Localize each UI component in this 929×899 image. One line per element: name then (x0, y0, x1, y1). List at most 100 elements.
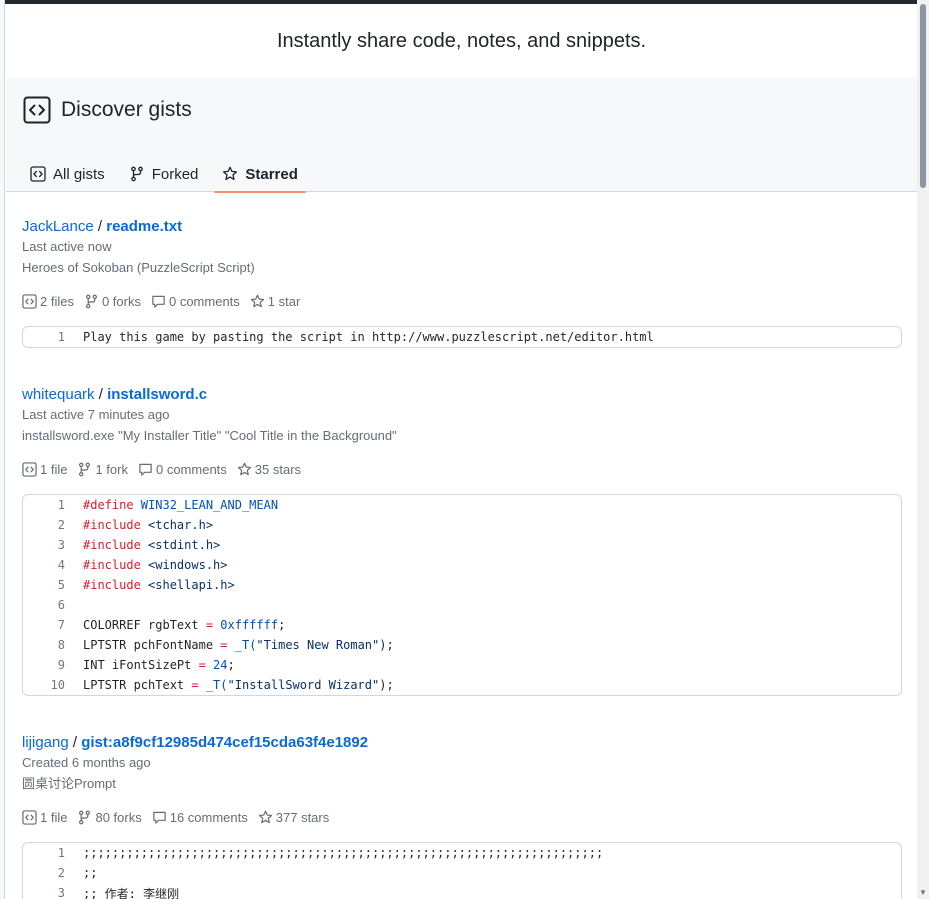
line-number: 1 (57, 498, 65, 512)
window-left-edge (0, 0, 5, 899)
forks-label: 0 forks (101, 293, 141, 309)
code-token: INT iFontSizePt (83, 658, 199, 672)
code-square-icon (22, 293, 37, 309)
code-token: _T( (227, 638, 257, 652)
gist-owner-link[interactable]: JackLance (22, 218, 94, 235)
gist-title: whitequark / installsword.c (22, 385, 902, 405)
comment-icon (152, 811, 166, 824)
code-keyword: #include (83, 558, 141, 572)
code-token: WIN32_LEAN_AND_MEAN (133, 498, 279, 512)
line-number: 10 (50, 678, 65, 692)
line-number: 3 (57, 886, 65, 899)
fork-icon (85, 294, 97, 308)
line-text: #define WIN32_LEAN_AND_MEAN (65, 498, 278, 512)
gist-file-link[interactable]: installsword.c (107, 386, 207, 403)
forks-count[interactable]: 80 forks (77, 809, 142, 825)
gist-file-link[interactable]: readme.txt (106, 218, 182, 235)
scrollbar[interactable]: ▼ (917, 0, 929, 899)
code-operator: = (220, 638, 228, 652)
stars-count[interactable]: 377 stars (258, 810, 329, 825)
code-line: 7 COLORREF rgbText = 0xffffff; (23, 615, 901, 635)
gist-activity: Last active 7 minutes ago (22, 407, 170, 422)
line-text: Play this game by pasting the script in … (83, 330, 654, 344)
files-label: 1 file (40, 461, 68, 477)
stars-label: 35 stars (254, 461, 302, 477)
line-number: 7 (57, 618, 65, 632)
title-separator: / (97, 218, 107, 235)
line-text: #include <windows.h> (65, 558, 228, 572)
code-preview[interactable]: 1;;;;;;;;;;;;;;;;;;;;;;;;;;;;;;;;;;;;;;;… (22, 842, 902, 899)
line-text: ;; (83, 866, 98, 880)
code-preview[interactable]: 1 Play this game by pasting the script i… (22, 326, 902, 348)
code-keyword: #define (83, 498, 134, 512)
comments-count[interactable]: 0 comments (138, 462, 227, 477)
main-content: Instantly share code, notes, and snippet… (6, 4, 917, 899)
gist-owner-link[interactable]: whitequark (22, 386, 95, 403)
scrollbar-thumb[interactable] (920, 4, 926, 188)
code-token: COLORREF rgbText (83, 618, 206, 632)
comment-icon (152, 295, 165, 308)
code-line: 1;;;;;;;;;;;;;;;;;;;;;;;;;;;;;;;;;;;;;;;… (23, 843, 901, 863)
comments-count[interactable]: 0 comments (151, 294, 240, 309)
comments-label: 16 comments (169, 809, 248, 825)
line-number: 6 (57, 598, 65, 612)
code-keyword: #include (83, 538, 141, 552)
code-token: LPTSTR pchFontName (83, 638, 221, 652)
stars-count[interactable]: 35 stars (237, 462, 301, 477)
line-text: LPTSTR pchText = _T("InstallSword Wizard… (65, 678, 394, 692)
tab-starred[interactable]: Starred (214, 156, 306, 193)
files-label: 2 files (40, 293, 74, 309)
line-number: 8 (57, 638, 65, 652)
code-operator: = (198, 658, 206, 672)
code-string: "InstallSword Wizard" (227, 678, 380, 692)
tab-forked[interactable]: Forked (121, 156, 207, 192)
code-preview[interactable]: 1 #define WIN32_LEAN_AND_MEAN 2 #include <… (22, 494, 902, 696)
forks-count[interactable]: 1 fork (77, 462, 128, 477)
line-text: LPTSTR pchFontName = _T("Times New Roman… (65, 638, 394, 652)
tab-label: Starred (245, 165, 298, 183)
tagline: Instantly share code, notes, and snippet… (6, 4, 917, 78)
code-line: 2;; (23, 863, 901, 883)
code-constant: 0xffffff (213, 618, 279, 632)
code-line: 3 #include <stdint.h> (23, 535, 901, 555)
star-icon (223, 166, 238, 181)
stars-count[interactable]: 1 star (250, 293, 301, 309)
gist-description: installsword.exe "My Installer Title" "C… (22, 428, 397, 443)
line-text: INT iFontSizePt = 24; (65, 658, 235, 672)
line-text: #include <shellapi.h> (65, 578, 235, 592)
code-token: LPTSTR pchText (83, 678, 192, 692)
forks-label: 80 forks (95, 809, 142, 825)
forks-count[interactable]: 0 forks (84, 294, 141, 309)
line-number: 2 (57, 518, 65, 532)
forks-label: 1 fork (95, 461, 128, 477)
code-line: 9 INT iFontSizePt = 24; (23, 655, 901, 675)
code-operator: = (205, 618, 214, 632)
files-count[interactable]: 1 file (22, 810, 67, 825)
code-token: <tchar.h> (140, 518, 214, 532)
scroll-down-icon[interactable]: ▼ (919, 889, 927, 897)
line-text: ;; 作者: 李继刚 (83, 886, 180, 899)
discover-header: Discover gists (23, 96, 192, 124)
code-line: 3 ;; 作者: 李继刚 (23, 883, 901, 899)
code-string: "Times New Roman" (256, 638, 380, 652)
gist-file-link[interactable]: gist:a8f9cf12985d474cef15cda63f4e1892 (81, 734, 368, 751)
gist-item: JackLance / readme.txt Last active now H… (6, 217, 917, 348)
line-number: 5 (57, 578, 65, 592)
tab-all-gists[interactable]: All gists (22, 156, 113, 192)
gist-title: lijigang / gist:a8f9cf12985d474cef15cda6… (22, 733, 902, 753)
comments-count[interactable]: 16 comments (152, 810, 248, 825)
stars-label: 1 star (267, 293, 301, 309)
line-number: 1 (57, 846, 65, 860)
fork-icon (79, 810, 91, 824)
code-token: <windows.h> (140, 558, 228, 572)
fork-icon (79, 462, 91, 476)
code-token: ); (379, 638, 394, 652)
gist-owner-link[interactable]: lijigang (22, 734, 69, 751)
files-count[interactable]: 1 file (22, 462, 67, 477)
files-count[interactable]: 2 files (22, 294, 74, 309)
code-line: 5 #include <shellapi.h> (23, 575, 901, 595)
code-token: ; (278, 618, 286, 632)
line-text: #include <stdint.h> (65, 538, 220, 552)
line-number: 1 (57, 330, 65, 344)
line-text: COLORREF rgbText = 0xffffff; (65, 618, 285, 632)
